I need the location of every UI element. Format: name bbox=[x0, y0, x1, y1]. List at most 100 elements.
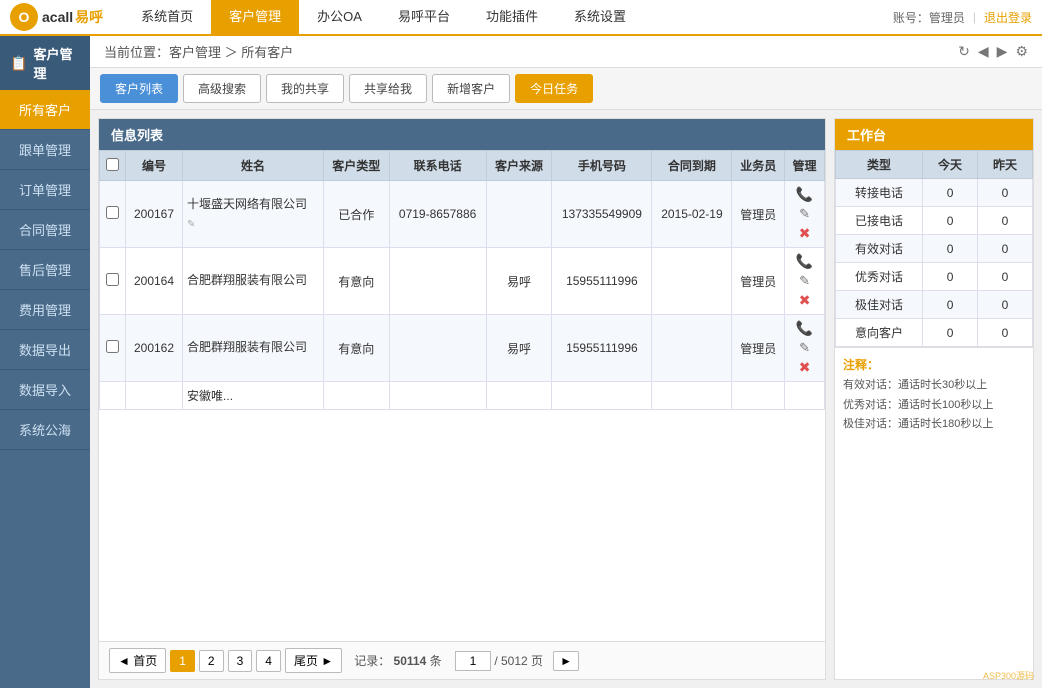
tab-today-tasks[interactable]: 今日任务 bbox=[515, 74, 593, 103]
row-type: 有意向 bbox=[323, 315, 389, 382]
nav-home[interactable]: 系统首页 bbox=[123, 0, 211, 35]
edit-icon[interactable]: ✎ bbox=[799, 273, 810, 289]
sidebar-item-orders[interactable]: 订单管理 bbox=[0, 170, 90, 210]
col-mobile: 手机号码 bbox=[552, 151, 652, 181]
select-all-checkbox[interactable] bbox=[106, 158, 119, 171]
company-edit-icon[interactable]: ✎ bbox=[187, 219, 195, 230]
wb-type: 极佳对话 bbox=[836, 291, 923, 319]
wb-row: 极佳对话 0 0 bbox=[836, 291, 1033, 319]
col-phone: 联系电话 bbox=[389, 151, 486, 181]
gear-icon[interactable]: ⚙ bbox=[1015, 43, 1028, 60]
row-name: 合肥群翔服装有限公司 bbox=[183, 315, 324, 382]
table-wrap: 编号 姓名 客户类型 联系电话 客户来源 手机号码 合同到期 业务员 管理 bbox=[99, 150, 825, 641]
row-checkbox-cell[interactable] bbox=[100, 315, 126, 382]
nav-platform[interactable]: 易呼平台 bbox=[380, 0, 468, 35]
row-name: 合肥群翔服装有限公司 bbox=[183, 248, 324, 315]
row-checkbox-cell bbox=[100, 382, 126, 410]
page-3-btn[interactable]: 3 bbox=[228, 650, 253, 672]
info-panel-header: 信息列表 bbox=[99, 119, 825, 150]
row-manage[interactable]: 📞 ✎ ✖ bbox=[785, 181, 825, 248]
nav-plugins[interactable]: 功能插件 bbox=[468, 0, 556, 35]
row-checkbox-cell[interactable] bbox=[100, 181, 126, 248]
call-icon[interactable]: 📞 bbox=[796, 253, 813, 270]
wb-row: 优秀对话 0 0 bbox=[836, 263, 1033, 291]
delete-icon[interactable]: ✖ bbox=[799, 359, 811, 376]
tab-advanced-search[interactable]: 高级搜索 bbox=[183, 74, 261, 103]
row-mobile: 15955111996 bbox=[552, 315, 652, 382]
forward-icon[interactable]: ▶ bbox=[997, 43, 1008, 60]
refresh-icon[interactable]: ↻ bbox=[958, 43, 970, 60]
row-phone bbox=[389, 382, 486, 410]
row-manage bbox=[785, 382, 825, 410]
page-input[interactable] bbox=[455, 651, 491, 671]
col-name: 姓名 bbox=[183, 151, 324, 181]
main-content: 当前位置：客户管理 ＞ 所有客户 ↻ ◀ ▶ ⚙ 客户列表 高级搜索 我的共享 … bbox=[90, 36, 1042, 688]
edit-icon[interactable]: ✎ bbox=[799, 206, 810, 222]
breadcrumb-bar: 当前位置：客户管理 ＞ 所有客户 ↻ ◀ ▶ ⚙ bbox=[90, 36, 1042, 68]
row-checkbox[interactable] bbox=[106, 340, 119, 353]
sidebar-item-public-sea[interactable]: 系统公海 bbox=[0, 410, 90, 450]
sidebar-item-followup[interactable]: 跟单管理 bbox=[0, 130, 90, 170]
wb-type: 优秀对话 bbox=[836, 263, 923, 291]
row-checkbox[interactable] bbox=[106, 206, 119, 219]
main-layout: 📋 客户管理 所有客户 跟单管理 订单管理 合同管理 售后管理 费用管理 数据导… bbox=[0, 36, 1042, 688]
sidebar-item-export[interactable]: 数据导出 bbox=[0, 330, 90, 370]
note-item-0: 有效对话：通话时长30秒以上 bbox=[843, 377, 1025, 394]
records-info: 记录： 50114 条 / 5012 页 ► bbox=[354, 651, 579, 671]
row-name: 十堰盛天网络有限公司✎ bbox=[183, 181, 324, 248]
sidebar-item-all-customers[interactable]: 所有客户 bbox=[0, 90, 90, 130]
table-row: 200164 合肥群翔服装有限公司 有意向 易呼 15955111996 管理员… bbox=[100, 248, 825, 315]
row-manage[interactable]: 📞 ✎ ✖ bbox=[785, 248, 825, 315]
delete-icon[interactable]: ✖ bbox=[799, 225, 811, 242]
workbench-title: 工作台 bbox=[847, 128, 886, 143]
nav-oa[interactable]: 办公OA bbox=[299, 0, 380, 35]
table-row: 200167 十堰盛天网络有限公司✎ 已合作 0719-8657886 1373… bbox=[100, 181, 825, 248]
row-checkbox-cell[interactable] bbox=[100, 248, 126, 315]
col-staff: 业务员 bbox=[732, 151, 785, 181]
notes-title: 注释： bbox=[843, 356, 1025, 373]
wb-row: 有效对话 0 0 bbox=[836, 235, 1033, 263]
nav-settings[interactable]: 系统设置 bbox=[556, 0, 644, 35]
page-4-btn[interactable]: 4 bbox=[256, 650, 281, 672]
row-checkbox[interactable] bbox=[106, 273, 119, 286]
tab-shared-to-me[interactable]: 共享给我 bbox=[349, 74, 427, 103]
wb-col-today: 今天 bbox=[923, 151, 978, 179]
row-phone bbox=[389, 248, 486, 315]
action-cell: 📞 ✎ ✖ bbox=[791, 320, 818, 376]
call-icon[interactable]: 📞 bbox=[796, 320, 813, 337]
wb-col-yesterday: 昨天 bbox=[978, 151, 1033, 179]
tab-my-shared[interactable]: 我的共享 bbox=[266, 74, 344, 103]
sidebar-item-contracts[interactable]: 合同管理 bbox=[0, 210, 90, 250]
sidebar-title: 客户管理 bbox=[33, 44, 80, 82]
first-page-btn[interactable]: ◄ 首页 bbox=[109, 648, 166, 673]
row-source: 易呼 bbox=[486, 315, 552, 382]
account-label: 账号：管理员 bbox=[893, 9, 965, 26]
row-contract-end bbox=[652, 382, 732, 410]
wb-col-type: 类型 bbox=[836, 151, 923, 179]
last-page-btn[interactable]: 尾页 ► bbox=[285, 648, 342, 673]
call-icon[interactable]: 📞 bbox=[796, 186, 813, 203]
sidebar-item-expenses[interactable]: 费用管理 bbox=[0, 290, 90, 330]
row-phone bbox=[389, 315, 486, 382]
row-manage[interactable]: 📞 ✎ ✖ bbox=[785, 315, 825, 382]
wb-today: 0 bbox=[923, 179, 978, 207]
delete-icon[interactable]: ✖ bbox=[799, 292, 811, 309]
logo-sub: 易呼 bbox=[75, 7, 103, 27]
action-cell: 📞 ✎ ✖ bbox=[791, 186, 818, 242]
row-type: 有意向 bbox=[323, 248, 389, 315]
wb-type: 意向客户 bbox=[836, 319, 923, 347]
nav-customer[interactable]: 客户管理 bbox=[211, 0, 299, 35]
tab-customer-list[interactable]: 客户列表 bbox=[100, 74, 178, 103]
tab-add-customer[interactable]: 新增客户 bbox=[432, 74, 510, 103]
back-icon[interactable]: ◀ bbox=[978, 43, 989, 60]
edit-icon[interactable]: ✎ bbox=[799, 340, 810, 356]
go-page-btn[interactable]: ► bbox=[553, 651, 579, 671]
col-source: 客户来源 bbox=[486, 151, 552, 181]
sidebar-item-import[interactable]: 数据导入 bbox=[0, 370, 90, 410]
logout-link[interactable]: 退出登录 bbox=[984, 9, 1032, 26]
wb-today: 0 bbox=[923, 263, 978, 291]
page-1-btn[interactable]: 1 bbox=[170, 650, 195, 672]
col-contract-end: 合同到期 bbox=[652, 151, 732, 181]
page-2-btn[interactable]: 2 bbox=[199, 650, 224, 672]
sidebar-item-aftersale[interactable]: 售后管理 bbox=[0, 250, 90, 290]
